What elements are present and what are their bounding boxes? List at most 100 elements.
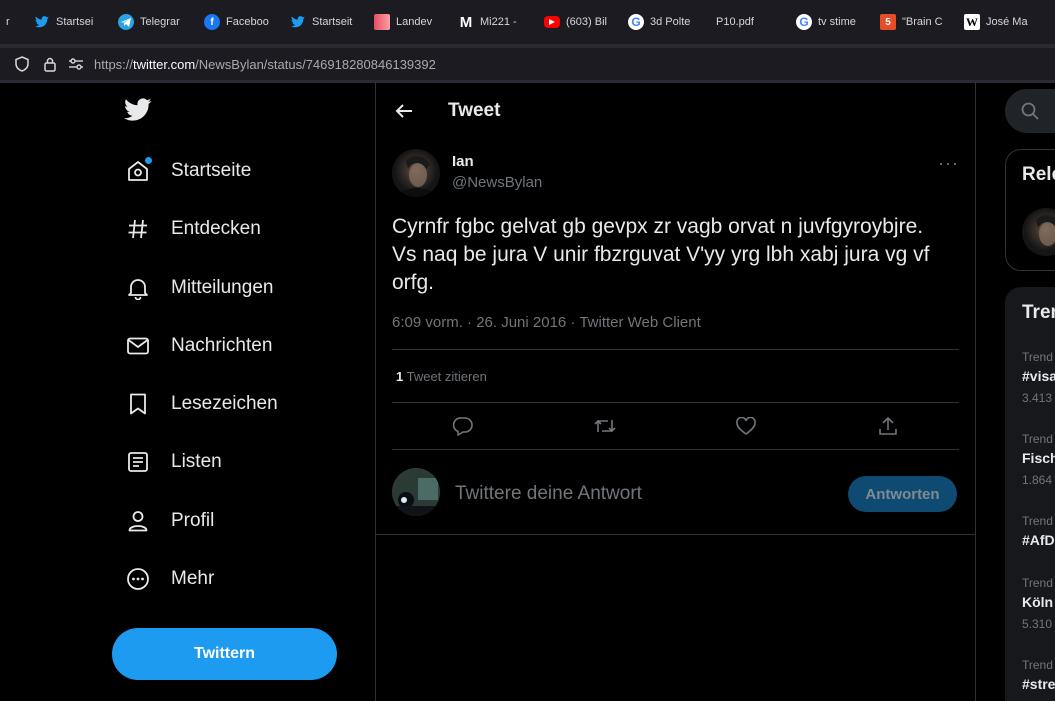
tweet-button[interactable]: Twittern	[112, 628, 337, 680]
trend-name: Köln	[1022, 594, 1054, 610]
tweet-meta[interactable]: 6:09 vorm. · 26. Juni 2016 · Twitter Web…	[392, 314, 701, 331]
lock-icon[interactable]	[40, 57, 60, 72]
shield-icon[interactable]	[12, 56, 32, 72]
bookmark-label: 3d Polte	[650, 16, 691, 28]
url-path: /NewsBylan/status/746918280846139392	[195, 56, 436, 72]
author-avatar[interactable]	[392, 149, 440, 197]
nav-label: Nachrichten	[171, 335, 273, 356]
page-icon	[374, 14, 390, 30]
bookmark-label: (603) Bil	[566, 16, 607, 28]
nav-label: Mehr	[171, 568, 215, 589]
bookmark-10[interactable]: G tv stime	[796, 0, 880, 44]
twitter-icon	[290, 14, 306, 30]
permissions-icon[interactable]	[66, 58, 86, 70]
google-icon: G	[796, 14, 812, 30]
trend-name: #visa	[1022, 368, 1055, 384]
tweet-text: Cyrnfr fgbc gelvat gb gevpx zr vagb orva…	[392, 215, 930, 294]
nav-label: Listen	[171, 451, 222, 472]
notification-dot	[145, 157, 152, 164]
nav-item-bookmarks[interactable]: Lesezeichen	[112, 379, 278, 429]
search-box[interactable]	[1005, 89, 1055, 133]
bookmark-4[interactable]: Startseit	[290, 0, 374, 44]
reply-button[interactable]: Antworten	[848, 476, 957, 512]
bookmark-7[interactable]: (603) Bil	[544, 0, 628, 44]
list-icon	[124, 448, 152, 476]
bookmark-8[interactable]: G 3d Polte	[628, 0, 712, 44]
trend-kicker: Trend	[1022, 432, 1053, 446]
mail-icon	[124, 332, 152, 360]
home-icon	[124, 157, 152, 185]
nav-item-more[interactable]: Mehr	[112, 554, 214, 604]
bookmark-11[interactable]: 5 "Brain C	[880, 0, 964, 44]
bookmark-icon	[124, 390, 152, 418]
twitter-icon	[34, 14, 50, 30]
divider	[392, 449, 959, 450]
tweet-actions	[392, 403, 959, 449]
author-handle[interactable]: @NewsBylan	[452, 174, 542, 191]
nav-item-explore[interactable]: Entdecken	[112, 204, 261, 254]
bookmark-label: Landev	[396, 16, 433, 28]
reply-icon[interactable]	[451, 414, 475, 438]
bookmark-6[interactable]: M Mi221 -	[458, 0, 544, 44]
back-arrow-icon[interactable]	[394, 101, 414, 121]
relevant-person-avatar[interactable]	[1022, 208, 1055, 256]
divider	[392, 349, 959, 350]
like-heart-icon[interactable]	[734, 414, 758, 438]
reply-input[interactable]	[455, 483, 815, 505]
quote-tweets-link[interactable]: 1 Tweet zitieren	[396, 369, 487, 384]
left-sidebar: Startseite Entdecken Mitteilungen Nachri…	[0, 83, 375, 701]
relevant-title: Rele	[1022, 164, 1055, 185]
share-icon[interactable]	[876, 414, 900, 438]
bookmark-label: "Brain C	[902, 16, 943, 28]
right-sidebar: Rele Tren Trend #visa 3.413 Trend Fisch …	[975, 83, 1055, 701]
trend-name: Fisch	[1022, 450, 1055, 466]
bookmark-5[interactable]: Landev	[374, 0, 458, 44]
my-avatar[interactable]	[392, 468, 440, 516]
nav-item-lists[interactable]: Listen	[112, 437, 222, 487]
main-column: Tweet Ian @NewsBylan ··· Cyrnfr fgbc gel…	[375, 83, 976, 701]
more-options-icon[interactable]: ···	[938, 153, 959, 174]
trend-name: #AfD	[1022, 532, 1055, 548]
facebook-icon: f	[204, 14, 220, 30]
page-title: Tweet	[448, 100, 501, 121]
url-prefix: https://	[94, 56, 134, 72]
html-icon: 5	[880, 14, 896, 30]
author-name[interactable]: Ian	[452, 153, 474, 170]
trend-item[interactable]: Trend #stre	[1022, 658, 1055, 692]
trend-count: 1.864	[1022, 473, 1053, 487]
trend-kicker: Trend	[1022, 576, 1053, 590]
nav-item-messages[interactable]: Nachrichten	[112, 321, 272, 371]
nav-item-home[interactable]: Startseite	[112, 146, 251, 196]
nav-label: Startseite	[171, 160, 252, 181]
bookmark-label: Mi221 -	[480, 16, 517, 28]
trend-kicker: Trend	[1022, 350, 1053, 364]
bookmark-12[interactable]: W José Ma	[964, 0, 1044, 44]
youtube-icon	[544, 16, 560, 28]
trend-item[interactable]: Trend Fisch 1.864	[1022, 432, 1055, 487]
trend-item[interactable]: Trend Köln 5.310	[1022, 576, 1055, 631]
bookmark-label: José Ma	[986, 16, 1028, 28]
twitter-logo-icon[interactable]	[124, 98, 152, 126]
bookmark-label: r	[6, 16, 10, 28]
quote-label: Tweet zitieren	[403, 369, 487, 384]
bookmark-label: Telegrar	[140, 16, 180, 28]
trend-item[interactable]: Trend #AfD	[1022, 514, 1055, 555]
nav-label: Profil	[171, 510, 215, 531]
retweet-icon[interactable]	[593, 414, 617, 438]
nav-item-notifications[interactable]: Mitteilungen	[112, 263, 273, 313]
nav-label: Entdecken	[171, 218, 261, 239]
bookmark-label: tv stime	[818, 16, 856, 28]
nav-item-profile[interactable]: Profil	[112, 496, 214, 546]
bookmark-2[interactable]: Telegrar	[118, 0, 204, 44]
bookmark-9[interactable]: P10.pdf	[712, 0, 796, 44]
google-icon: G	[628, 14, 644, 30]
trend-kicker: Trend	[1022, 514, 1053, 528]
trend-item[interactable]: Trend #visa 3.413	[1022, 350, 1055, 405]
bookmark-label: Faceboo	[226, 16, 269, 28]
bookmarks-bar: r Startsei Telegrar f Faceboo Startseit …	[0, 0, 1055, 44]
bookmark-1[interactable]: Startsei	[34, 0, 118, 44]
bookmark-0[interactable]: r	[0, 0, 34, 44]
bookmark-3[interactable]: f Faceboo	[204, 0, 290, 44]
bookmark-label: P10.pdf	[716, 16, 754, 28]
url-text[interactable]: https://twitter.com/NewsBylan/status/746…	[94, 57, 436, 72]
